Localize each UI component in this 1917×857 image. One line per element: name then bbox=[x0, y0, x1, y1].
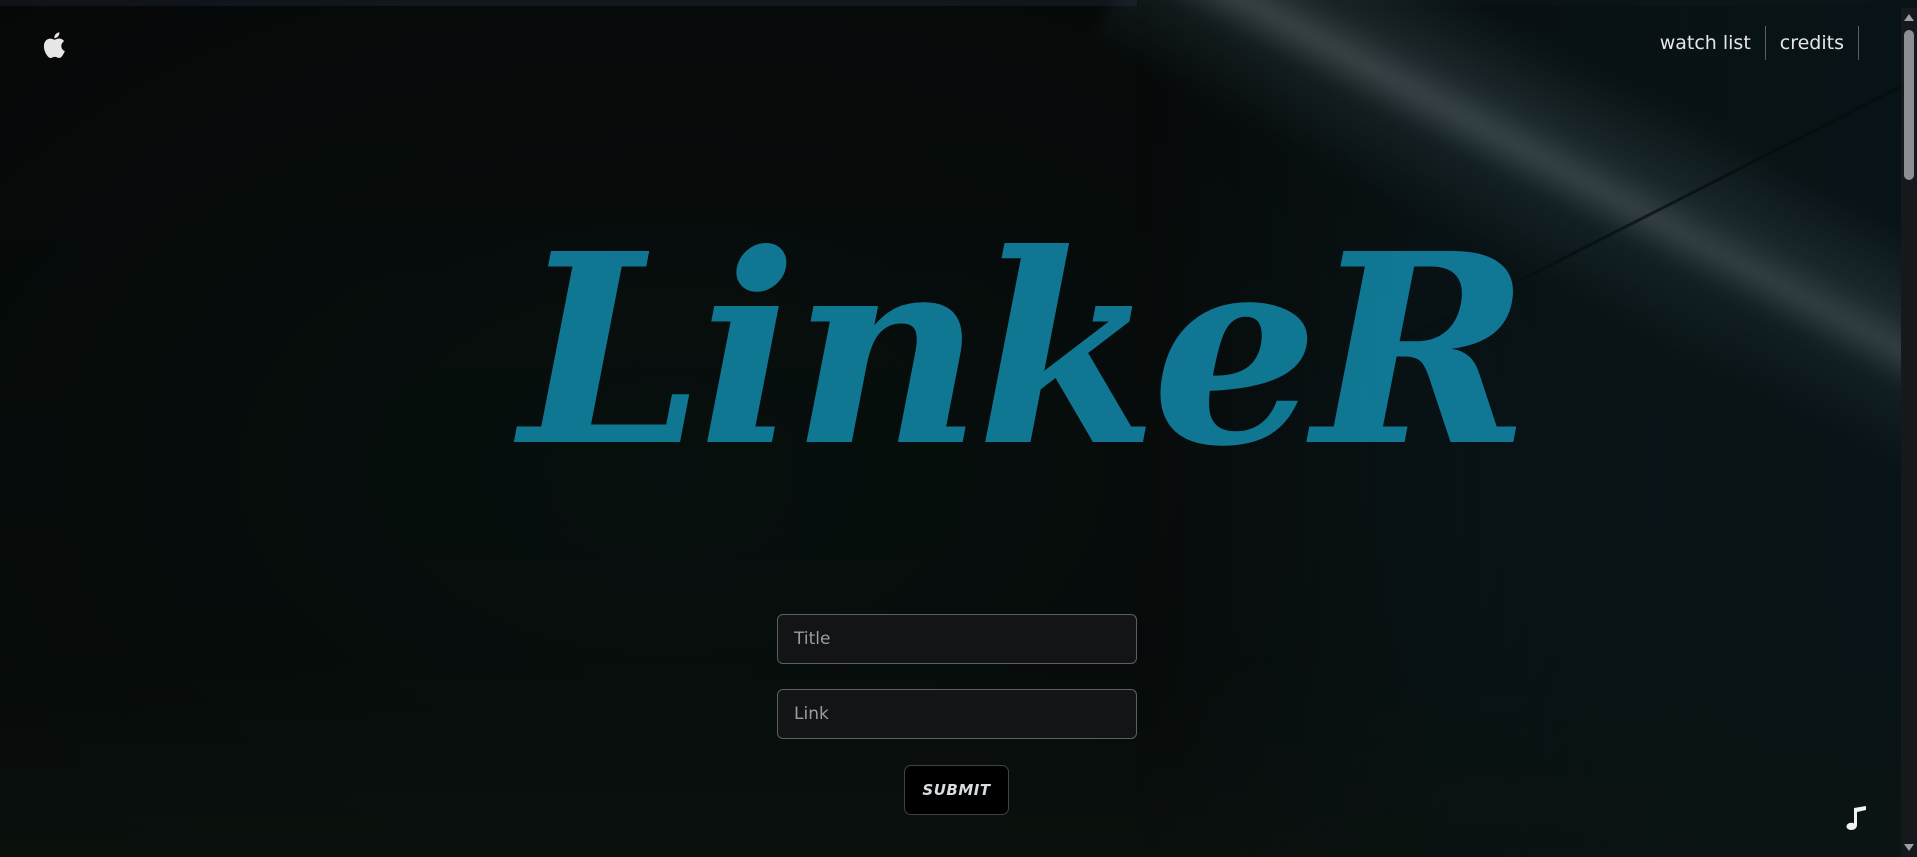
scrollbar[interactable] bbox=[1901, 8, 1917, 857]
scroll-up-icon[interactable] bbox=[1904, 14, 1914, 21]
music-note-icon[interactable] bbox=[1845, 806, 1869, 832]
nav-watch-list[interactable]: watch list bbox=[1646, 26, 1766, 60]
apple-icon-svg bbox=[43, 32, 65, 58]
link-input[interactable] bbox=[777, 689, 1137, 739]
top-nav: watch list credits bbox=[1646, 26, 1859, 60]
apple-icon[interactable] bbox=[40, 30, 66, 60]
music-note-icon-svg bbox=[1846, 806, 1866, 830]
scroll-thumb[interactable] bbox=[1904, 30, 1914, 180]
page: watch list credits LinkeR SUBMIT bbox=[0, 0, 1917, 857]
link-form bbox=[777, 614, 1137, 739]
brand-title: LinkeR bbox=[520, 196, 1530, 504]
submit-button[interactable]: SUBMIT bbox=[904, 765, 1009, 815]
scroll-down-icon[interactable] bbox=[1904, 844, 1914, 851]
nav-credits[interactable]: credits bbox=[1766, 26, 1859, 60]
title-input[interactable] bbox=[777, 614, 1137, 664]
